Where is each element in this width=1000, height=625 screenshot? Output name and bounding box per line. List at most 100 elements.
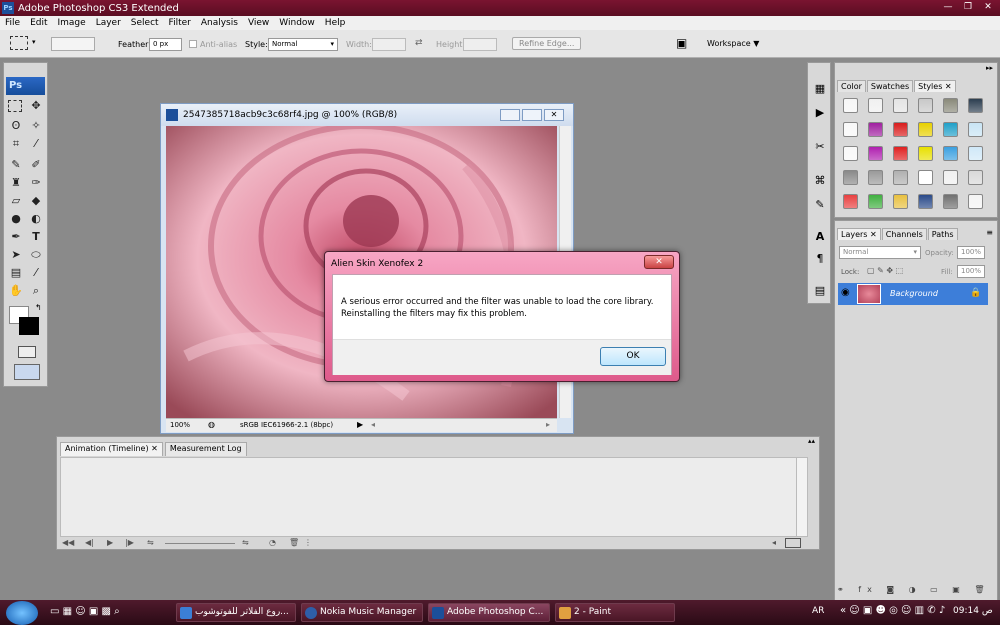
fill-field[interactable]: 100%: [957, 265, 985, 278]
tab-paths[interactable]: Paths: [927, 228, 958, 240]
dodge-tool-icon[interactable]: ◐: [28, 211, 44, 227]
close-icon[interactable]: ✕: [151, 444, 158, 453]
tween-icon[interactable]: ⇋: [147, 538, 154, 547]
document-title-bar[interactable]: 2547385718acb9c3c68rf4.jpg @ 100% (RGB/8…: [161, 104, 573, 126]
opacity-field[interactable]: 100%: [957, 246, 985, 259]
move-tool-icon[interactable]: ✥: [28, 98, 44, 114]
shape-tool-icon[interactable]: ⬭: [28, 247, 44, 263]
tab-measurement-log[interactable]: Measurement Log: [164, 442, 247, 456]
screen-mode-icon[interactable]: [14, 364, 40, 380]
style-swatch[interactable]: [843, 122, 858, 137]
paint-bucket-icon[interactable]: ◆: [28, 193, 44, 209]
scroll-left-icon[interactable]: ◂: [772, 538, 776, 547]
eraser-tool-icon[interactable]: ▱: [8, 193, 24, 209]
clone-stamp-icon[interactable]: ♜: [8, 175, 24, 191]
style-swatch[interactable]: [943, 146, 958, 161]
clock[interactable]: 09:14 ص: [953, 606, 993, 616]
style-swatch[interactable]: [868, 122, 883, 137]
actions-icon[interactable]: ▤: [812, 283, 828, 299]
eyedropper-icon[interactable]: ⁄: [28, 265, 44, 281]
doc-close-button[interactable]: ✕: [544, 109, 564, 121]
lock-icons[interactable]: ▢ ✎ ✥ ⬚: [867, 266, 903, 275]
quick-launch-icons[interactable]: ▭ ▦ ☺ ▣ ▩ ⌕: [50, 606, 120, 617]
style-swatch[interactable]: [893, 98, 908, 113]
blur-tool-icon[interactable]: ●: [8, 211, 24, 227]
style-swatch[interactable]: [918, 122, 933, 137]
dialog-close-button[interactable]: ✕: [644, 255, 674, 269]
tool-presets-icon[interactable]: ⌘: [812, 173, 828, 189]
style-swatch[interactable]: [843, 194, 858, 209]
style-swatch[interactable]: [893, 146, 908, 161]
ok-button[interactable]: OK: [600, 347, 666, 366]
layer-comps-icon[interactable]: ✎: [812, 197, 828, 213]
doc-maximize-button[interactable]: [522, 109, 542, 121]
notes-tool-icon[interactable]: ▤: [8, 265, 24, 281]
foreground-color-swatch[interactable]: [19, 317, 39, 335]
style-swatch[interactable]: [968, 146, 983, 161]
style-swatch[interactable]: [943, 122, 958, 137]
style-swatch[interactable]: [868, 98, 883, 113]
style-swatch[interactable]: [968, 122, 983, 137]
style-swatch[interactable]: [893, 122, 908, 137]
new-frame-icon[interactable]: ◔: [269, 538, 276, 547]
menu-file[interactable]: File: [0, 18, 25, 28]
timeline-area[interactable]: [60, 457, 808, 537]
brushes-icon[interactable]: ✂: [812, 139, 828, 155]
style-swatch[interactable]: [943, 170, 958, 185]
style-swatch[interactable]: [843, 98, 858, 113]
workspace-button[interactable]: Workspace ▼: [707, 39, 759, 48]
hand-tool-icon[interactable]: ✋: [8, 283, 24, 299]
lasso-tool-icon[interactable]: ʘ: [8, 118, 24, 134]
character-icon[interactable]: A: [812, 229, 828, 245]
feather-field[interactable]: 0 px: [149, 38, 182, 51]
style-swatch[interactable]: [893, 194, 908, 209]
bridge-icon[interactable]: ▣: [676, 36, 687, 50]
tab-color[interactable]: Color: [837, 80, 866, 92]
delete-icon[interactable]: ⋮: [304, 538, 312, 547]
paragraph-icon[interactable]: ¶: [812, 251, 828, 267]
taskbar-item-arabic[interactable]: روع الفلاتر للفوتوشوب...: [176, 603, 296, 622]
style-swatch[interactable]: [968, 194, 983, 209]
crop-tool-icon[interactable]: ⌗: [8, 136, 24, 152]
layer-actions[interactable]: ⚭ fx ◙ ◑ ▭ ▣ 🗑: [837, 585, 991, 594]
width-field[interactable]: [372, 38, 406, 51]
swap-icon[interactable]: ⇄: [415, 38, 423, 48]
healing-brush-icon[interactable]: ✎: [8, 157, 24, 173]
language-indicator[interactable]: AR: [812, 606, 824, 616]
eye-icon[interactable]: ◉: [841, 287, 850, 298]
type-tool-icon[interactable]: T: [28, 229, 44, 245]
refine-edge-button[interactable]: Refine Edge...: [512, 37, 582, 50]
first-frame-icon[interactable]: ◀◀: [62, 538, 74, 547]
next-frame-icon[interactable]: |▶: [125, 538, 134, 547]
menu-image[interactable]: Image: [53, 18, 91, 28]
style-swatch[interactable]: [918, 98, 933, 113]
pen-tool-icon[interactable]: ✒: [8, 229, 24, 245]
menu-help[interactable]: Help: [320, 18, 351, 28]
close-icon[interactable]: ✕: [945, 82, 952, 91]
height-field[interactable]: [463, 38, 497, 51]
style-swatch[interactable]: [943, 98, 958, 113]
style-swatch[interactable]: [868, 194, 883, 209]
slice-tool-icon[interactable]: ⁄: [28, 136, 44, 152]
menu-edit[interactable]: Edit: [25, 18, 52, 28]
style-swatch[interactable]: [968, 170, 983, 185]
menu-window[interactable]: Window: [274, 18, 320, 28]
style-swatch[interactable]: [843, 170, 858, 185]
maximize-button[interactable]: ❐: [958, 0, 978, 14]
play-icon[interactable]: ▶: [107, 538, 113, 547]
style-swatch[interactable]: [868, 170, 883, 185]
menu-select[interactable]: Select: [126, 18, 164, 28]
tray-icons[interactable]: « ☺ ▣ ☻ ◎ ☺ ▥ ✆ ♪: [840, 605, 945, 616]
onion-skin-icon[interactable]: ⇋: [242, 538, 249, 547]
selection-mode-buttons[interactable]: [51, 37, 95, 51]
style-swatch[interactable]: [893, 170, 908, 185]
layer-row-background[interactable]: ◉ Background 🔒: [838, 283, 988, 305]
zoom-slider[interactable]: [165, 543, 235, 544]
taskbar-item-paint[interactable]: 2 - Paint: [555, 603, 675, 622]
history-brush-icon[interactable]: ✑: [28, 175, 44, 191]
path-selection-icon[interactable]: ➤: [8, 247, 24, 263]
panel-collapse-icon[interactable]: ▸▸: [986, 64, 993, 72]
navigator-icon[interactable]: ▦: [812, 81, 828, 97]
menu-layer[interactable]: Layer: [91, 18, 126, 28]
tab-channels[interactable]: Channels: [881, 228, 927, 240]
